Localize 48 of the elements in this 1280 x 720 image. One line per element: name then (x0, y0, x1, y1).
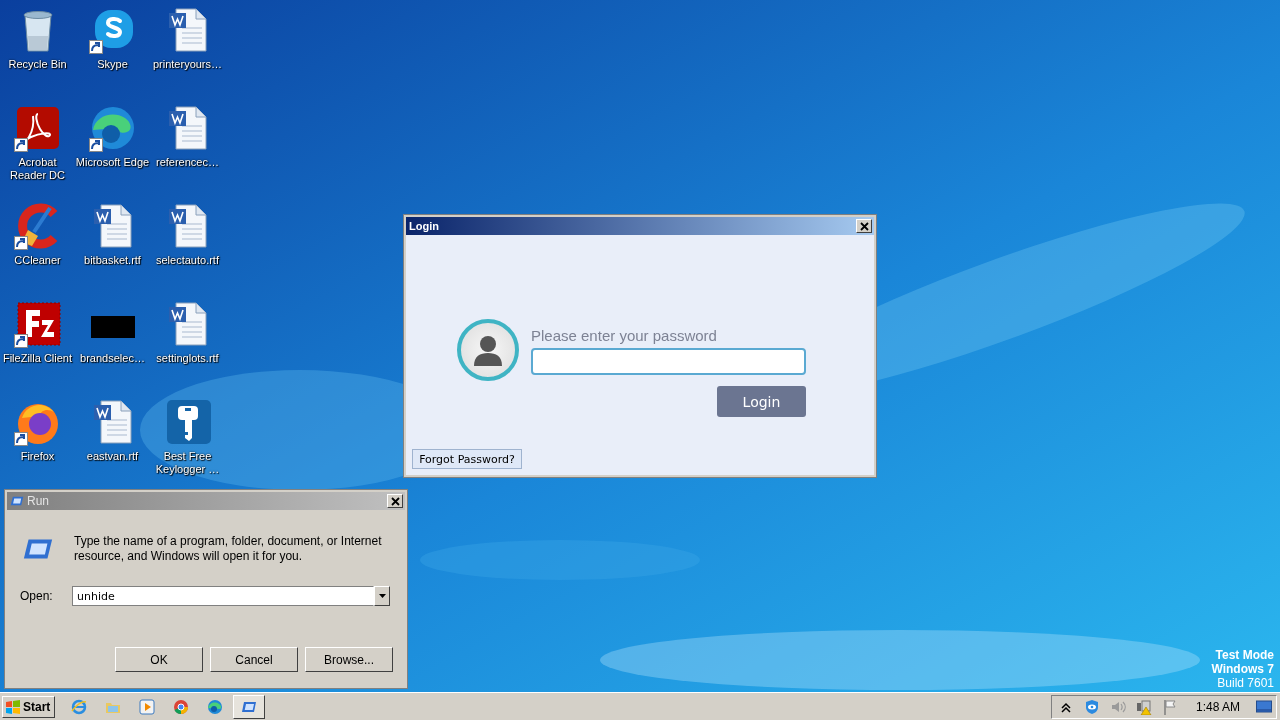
shield-eye-icon (1083, 698, 1100, 715)
desktop-icon[interactable]: Recycle Bin (0, 6, 75, 104)
desktop-icon[interactable]: selectauto.rtf (150, 202, 225, 300)
run-icon (22, 538, 54, 560)
desktop-icon[interactable]: referencec… (150, 104, 225, 202)
desktop-icon[interactable]: settinglots.rtf (150, 300, 225, 398)
desktop-icon[interactable]: FileZilla Client (0, 300, 75, 398)
watermark-text: Build 7601 (1216, 676, 1274, 690)
desktop-icon[interactable]: printeryours… (150, 6, 225, 104)
play-icon (139, 698, 156, 715)
run-icon (10, 496, 24, 506)
show-desktop-button[interactable] (1254, 699, 1274, 714)
desktop-icon[interactable]: Acrobat Reader DC (0, 104, 75, 202)
windows-flag-icon (5, 698, 21, 715)
network-warning-icon (1135, 698, 1152, 715)
watermark-text: Test Mode (1214, 648, 1274, 662)
password-field[interactable] (531, 348, 806, 375)
browse-button[interactable]: Browse... (305, 647, 393, 672)
desktop-icon[interactable]: Skype (75, 6, 150, 104)
open-label: Open: (20, 589, 54, 603)
cancel-button[interactable]: Cancel (210, 647, 298, 672)
globe-e-icon (71, 698, 88, 715)
start-button[interactable]: Start (2, 695, 56, 718)
chrome-ball-icon (173, 698, 190, 715)
close-icon (390, 496, 400, 506)
open-field[interactable]: unhide (72, 586, 374, 606)
run-instructions: Type the name of a program, folder, document, or Internet resource, and Windows will open it for you. (74, 534, 383, 564)
close-button[interactable] (856, 219, 872, 233)
watermark-text: Windows 7 (1211, 662, 1274, 676)
password-prompt: Please enter your password (531, 327, 718, 345)
desktop-icon[interactable]: Microsoft Edge (75, 104, 150, 202)
taskbar-button[interactable] (233, 694, 266, 719)
desktop-icon[interactable]: brandselec… (75, 300, 150, 398)
person-silhouette-icon (473, 334, 503, 366)
globe-swirl-icon (207, 698, 224, 715)
ok-button[interactable]: OK (115, 647, 203, 672)
desktop-icon[interactable]: bitbasket.rtf (75, 202, 150, 300)
window-title: Login (409, 220, 439, 232)
login-button[interactable]: Login (717, 386, 806, 417)
window-title: Run (27, 494, 49, 508)
monitor-icon (1256, 699, 1272, 714)
desktop-icon[interactable]: CCleaner (0, 202, 75, 300)
close-icon (859, 221, 869, 231)
dropdown-button[interactable] (374, 586, 390, 606)
flag-icon (1161, 698, 1178, 715)
caret-icon (378, 594, 386, 598)
forgot-password-button[interactable]: Forgot Password? (412, 449, 522, 469)
clock: 1:48 AM (1195, 699, 1240, 714)
